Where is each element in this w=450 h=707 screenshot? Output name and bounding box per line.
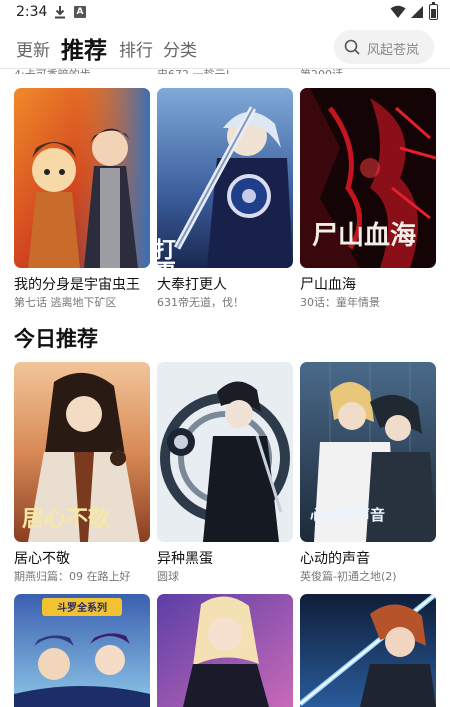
status-time: 2:34 (16, 4, 48, 20)
comic-title[interactable]: 异种黑蛋 (157, 548, 213, 568)
comic-cover[interactable]: 居心不敬 (14, 362, 150, 542)
comic-subtitle: 期燕归篇：09 在路上好 (14, 570, 131, 583)
signal-icon (411, 6, 423, 18)
comic-cover[interactable]: 打更人 (157, 88, 293, 268)
cover-title-text: 斗罗全系列 (57, 601, 107, 614)
prev-card-subtitle: 忠672 一趁云! (157, 66, 230, 74)
comic-cover[interactable] (157, 362, 293, 542)
wifi-icon (390, 5, 406, 18)
status-bar: 2:34 A (0, 0, 450, 26)
tab-updates[interactable]: 更新 (16, 36, 50, 61)
comic-title[interactable]: 居心不敬 (14, 548, 70, 568)
download-icon (55, 6, 65, 19)
comic-cover[interactable]: 尸山血海 (300, 88, 436, 268)
prev-card-subtitle: 第200话 (300, 66, 343, 74)
comic-cover[interactable]: 心动的声音 (300, 362, 436, 542)
tab-recommend[interactable]: 推荐 (61, 31, 107, 65)
comic-subtitle: 圆球 (157, 570, 179, 583)
comic-cover[interactable]: 斗罗全系列 (14, 594, 150, 707)
comic-title[interactable]: 我的分身是宇宙虫王 (14, 274, 140, 294)
comic-cover[interactable] (14, 88, 150, 268)
cover-title-text: 尸山血海 (312, 221, 416, 251)
comic-subtitle: 30话：童年情景 (300, 296, 380, 309)
comic-subtitle: 第七话 逃离地下矿区 (14, 296, 117, 309)
search-icon (344, 39, 360, 55)
tab-ranking[interactable]: 排行 (119, 36, 153, 61)
notification-badge-icon: A (74, 6, 86, 18)
top-nav: 更新 推荐 排行 分类 风起苍岚 (0, 26, 450, 68)
comic-title[interactable]: 尸山血海 (300, 274, 356, 294)
cover-title-text: 居心不敬 (22, 506, 111, 532)
comic-subtitle: 英俊篇-初通之地(2) (300, 570, 397, 583)
section-title: 今日推荐 (14, 327, 98, 351)
comic-title[interactable]: 心动的声音 (300, 548, 370, 568)
tab-categories[interactable]: 分类 (163, 36, 197, 61)
search-placeholder: 风起苍岚 (367, 43, 420, 58)
comic-subtitle: 631帝无道，伐！ (157, 296, 244, 309)
search-box[interactable]: 风起苍岚 (334, 30, 434, 64)
cover-title-text: 打更人 (157, 238, 176, 268)
comic-cover[interactable] (157, 594, 293, 707)
comic-title[interactable]: 大奉打更人 (157, 274, 227, 294)
cover-title-text: 心动的声音 (310, 506, 385, 524)
comic-cover[interactable] (300, 594, 436, 707)
battery-icon (429, 2, 438, 20)
prev-card-subtitle: 4:卡可香暗的步 (14, 66, 91, 74)
